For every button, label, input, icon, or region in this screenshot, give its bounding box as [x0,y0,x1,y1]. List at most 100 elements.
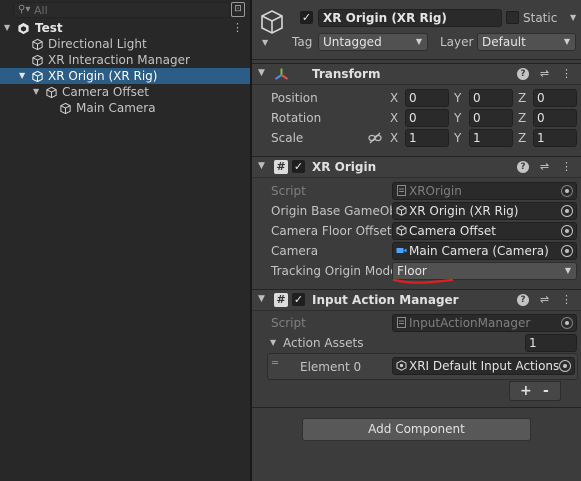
chevron-down-icon: ▼ [415,37,422,46]
static-checkbox[interactable] [506,11,519,24]
xr-origin-header[interactable]: ▼ # ✓ XR Origin ? ⇌ ⋮ [252,156,581,178]
scene-row[interactable]: ▼ Test ⋮ [0,20,250,36]
presets-sliders-icon[interactable]: ⇌ [538,293,551,307]
object-picker-icon[interactable] [561,225,573,237]
axis-y-label[interactable]: Y [454,109,461,127]
help-icon[interactable]: ? [517,68,529,80]
expand-arrow-icon[interactable]: ▼ [33,84,39,100]
gameobject-cube-icon [32,70,43,83]
icon-dropdown-arrow-icon[interactable]: ▼ [262,38,268,47]
axis-z-label[interactable]: Z [518,109,526,127]
gameobject-cube-icon [32,54,43,67]
axis-x-label[interactable]: X [390,89,398,107]
foldout-arrow-icon[interactable]: ▼ [258,68,265,78]
drag-handle-icon[interactable]: ═ [272,359,278,369]
chevron-down-icon: ▼ [564,266,571,275]
tracking-origin-label: Tracking Origin Mode [271,264,398,278]
hierarchy-item-xr-interaction-manager[interactable]: XR Interaction Manager [0,52,250,68]
action-assets-list: ═ Element 0 XRI Default Input Actions [267,353,578,380]
position-z-field[interactable]: 0 [533,89,577,107]
script-label: Script [271,316,306,330]
input-actions-asset-icon [396,360,407,371]
hierarchy-item-camera-offset[interactable]: ▼ Camera Offset [0,84,250,100]
script-hash-icon: # [274,160,288,174]
scale-y-field[interactable]: 1 [469,129,513,147]
object-picker-icon[interactable] [559,360,571,372]
scale-z-field[interactable]: 1 [533,129,577,147]
hierarchy-item-main-camera[interactable]: Main Camera [0,100,250,116]
input-action-manager-header[interactable]: ▼ # ✓ Input Action Manager ? ⇌ ⋮ [252,289,581,311]
help-icon[interactable]: ? [517,294,529,306]
hierarchy-search-input[interactable]: ⚲▾ All [13,2,230,18]
foldout-arrow-icon[interactable]: ▼ [258,161,265,171]
scale-x-field[interactable]: 1 [405,129,449,147]
hierarchy-item-label: XR Origin (XR Rig) [48,69,158,83]
hierarchy-item-xr-origin[interactable]: ▼ XR Origin (XR Rig) [0,68,250,84]
component-enabled-checkbox[interactable]: ✓ [292,160,305,173]
script-label: Script [271,184,306,198]
add-component-button[interactable]: Add Component [302,418,531,441]
rotation-x-field[interactable]: 0 [405,109,449,127]
constrain-proportions-link-icon[interactable] [368,132,382,144]
layer-value: Default [482,35,526,49]
rotation-label: Rotation [271,111,322,125]
script-value: XROrigin [409,184,462,198]
axis-x-label[interactable]: X [390,129,398,147]
axis-x-label[interactable]: X [390,109,398,127]
search-placeholder: All [34,4,48,17]
component-title: XR Origin [312,160,377,174]
position-y-field[interactable]: 0 [469,89,513,107]
script-file-icon [397,185,406,196]
object-picker-icon[interactable] [561,205,573,217]
axis-z-label[interactable]: Z [518,89,526,107]
axis-y-label[interactable]: Y [454,129,461,147]
axis-z-label[interactable]: Z [518,129,526,147]
origin-base-field[interactable]: XR Origin (XR Rig) [392,202,577,220]
component-enabled-checkbox[interactable]: ✓ [292,293,305,306]
action-assets-count-field[interactable]: 1 [525,334,577,352]
axis-y-label[interactable]: Y [454,89,461,107]
presets-sliders-icon[interactable]: ⇌ [538,160,551,174]
layer-dropdown[interactable]: Default ▼ [477,33,576,51]
position-x-field[interactable]: 0 [405,89,449,107]
presets-sliders-icon[interactable]: ⇌ [538,67,551,81]
inspector-panel: ▼ ✓ XR Origin (XR Rig) Static ▼ Tag Unta… [252,0,581,481]
hierarchy-item-label: Camera Offset [62,85,149,99]
gameobject-name-field[interactable]: XR Origin (XR Rig) [318,9,502,27]
search-filter-icon[interactable]: ⊡ [231,2,245,17]
section-divider [252,407,581,408]
more-options-icon[interactable]: ⋮ [560,67,573,81]
rotation-z-field[interactable]: 0 [533,109,577,127]
active-checkbox[interactable]: ✓ [300,11,313,24]
transform-axes-icon [274,68,289,80]
hierarchy-item-directional-light[interactable]: Directional Light [0,36,250,52]
component-title: Input Action Manager [312,293,459,307]
floor-offset-field[interactable]: Camera Offset [392,222,577,240]
search-icon: ⚲▾ [18,4,31,15]
help-icon[interactable]: ? [517,161,529,173]
element-0-field[interactable]: XRI Default Input Actions [392,357,575,375]
more-options-icon[interactable]: ⋮ [232,20,243,36]
camera-icon [396,248,407,253]
more-options-icon[interactable]: ⋮ [560,293,573,307]
add-element-button[interactable]: + [520,383,532,399]
camera-label: Camera [271,244,319,258]
gameobject-cube-icon [261,10,283,34]
static-dropdown-arrow-icon[interactable]: ▼ [570,13,576,22]
object-picker-icon [561,185,573,197]
object-picker-icon[interactable] [561,245,573,257]
expand-arrow-icon[interactable]: ▼ [4,20,10,36]
tag-dropdown[interactable]: Untagged ▼ [318,33,428,51]
transform-header[interactable]: ▼ Transform ? ⇌ ⋮ [252,63,581,85]
hierarchy-item-label: Main Camera [76,101,156,115]
foldout-arrow-icon[interactable]: ▼ [270,338,276,347]
remove-element-button[interactable]: - [543,383,549,399]
more-options-icon[interactable]: ⋮ [560,160,573,174]
expand-arrow-icon[interactable]: ▼ [19,68,25,84]
foldout-arrow-icon[interactable]: ▼ [258,294,265,304]
rotation-y-field[interactable]: 0 [469,109,513,127]
action-assets-label[interactable]: Action Assets [283,335,363,351]
origin-base-value: XR Origin (XR Rig) [409,204,519,218]
gameobject-cube-icon [396,225,407,236]
camera-field[interactable]: Main Camera (Camera) [392,242,577,260]
